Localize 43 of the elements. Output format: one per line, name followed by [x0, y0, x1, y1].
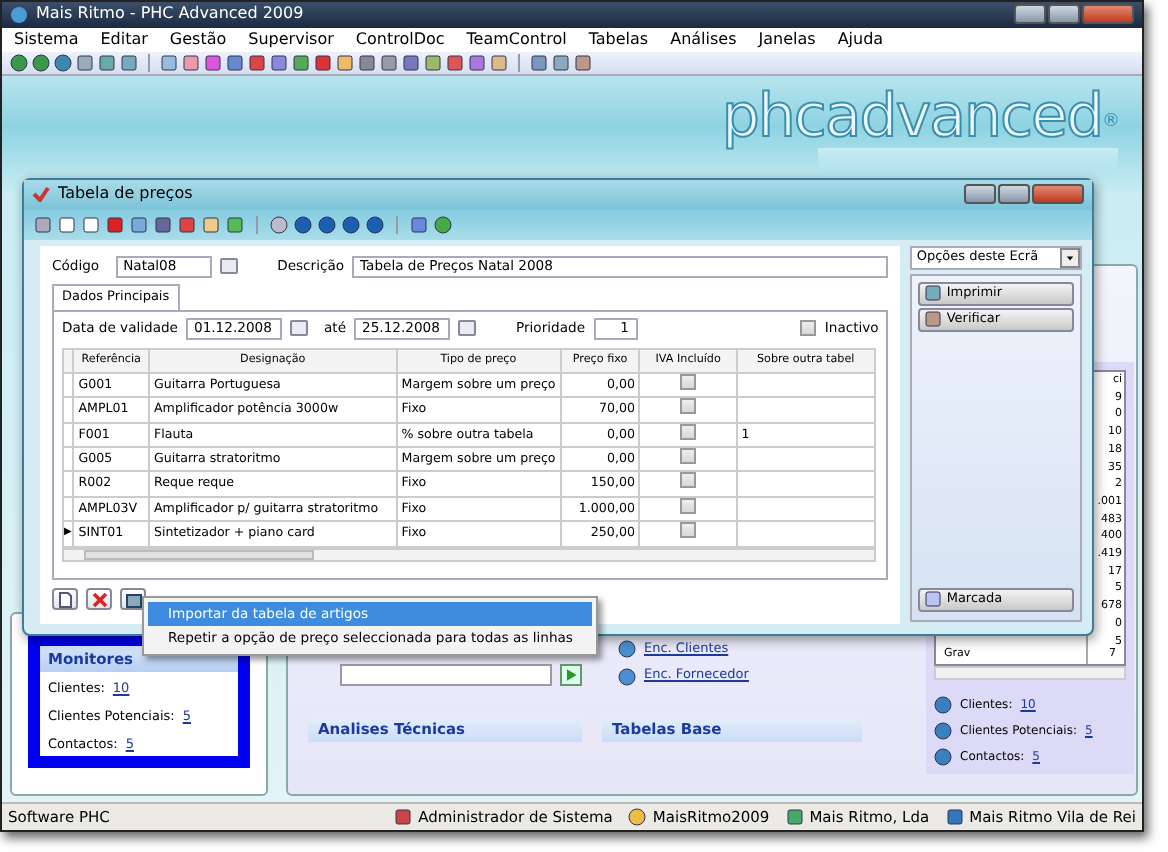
checkbox[interactable]: [800, 320, 817, 337]
checkbox[interactable]: [680, 498, 697, 514]
import-button[interactable]: [120, 587, 146, 610]
window-title: Mais Ritmo - PHC Advanced 2009: [36, 2, 304, 27]
menu-item[interactable]: ControlDoc: [355, 27, 445, 52]
delete-button[interactable]: [86, 587, 112, 610]
checkbox[interactable]: [680, 374, 697, 390]
close-button[interactable]: [1082, 4, 1134, 25]
close-icon: [91, 591, 107, 608]
maximize-button[interactable]: [1048, 4, 1080, 25]
minimize-button[interactable]: [1014, 4, 1046, 25]
lookup-icon[interactable]: [458, 320, 477, 337]
lookup-icon[interactable]: [219, 258, 238, 275]
minimize-button[interactable]: [964, 184, 996, 205]
menu-item[interactable]: Sistema: [14, 27, 79, 52]
checkbox-icon[interactable]: [924, 590, 943, 609]
play-icon[interactable]: [560, 664, 582, 687]
menu-item[interactable]: Supervisor: [248, 27, 334, 52]
document-icon: [58, 591, 72, 608]
logo: phcadvanced$^{®}$: [721, 87, 1118, 148]
search-field[interactable]: [340, 664, 552, 687]
close-button[interactable]: [1032, 184, 1084, 205]
menu-item[interactable]: Janelas: [758, 27, 816, 52]
menu-item[interactable]: TeamControl: [466, 27, 567, 52]
check-icon: [32, 186, 50, 203]
caret-icon: [1060, 247, 1080, 268]
menu-item[interactable]: Análises: [670, 27, 737, 52]
menu-item[interactable]: Ajuda: [837, 27, 884, 52]
menu-item[interactable]: Tabelas: [588, 27, 649, 52]
new-button[interactable]: [52, 587, 78, 610]
checkbox[interactable]: [680, 473, 697, 489]
lookup-icon[interactable]: [290, 320, 308, 337]
dialog-title: Tabela de preços: [58, 182, 193, 207]
checkbox[interactable]: [680, 424, 697, 440]
checkbox[interactable]: [680, 449, 697, 464]
checkbox[interactable]: [680, 523, 697, 539]
checkbox[interactable]: [680, 399, 697, 415]
scrollbar[interactable]: [934, 666, 1126, 681]
maximize-button[interactable]: [998, 184, 1030, 205]
menu-item[interactable]: Gestão: [169, 27, 227, 52]
grid-icon: [125, 591, 141, 608]
menu-item[interactable]: Editar: [100, 27, 148, 52]
app-icon: [10, 5, 28, 24]
